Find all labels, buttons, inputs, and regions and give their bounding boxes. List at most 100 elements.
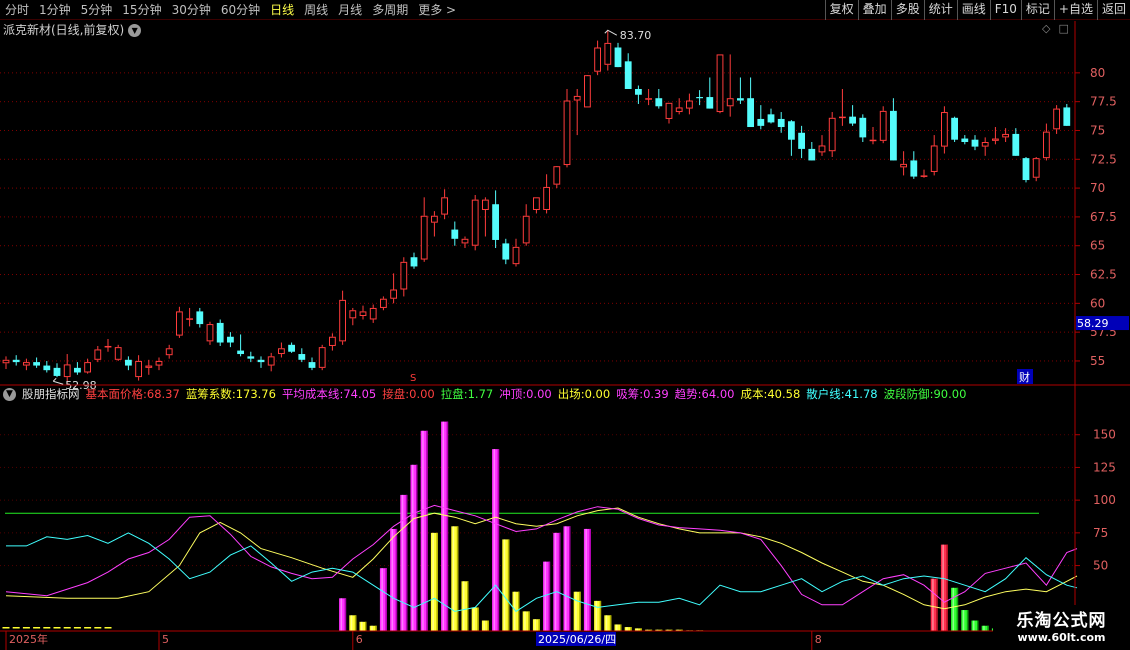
legend-item-0: 基本面价格:68.37	[85, 387, 180, 401]
candle	[900, 151, 908, 176]
chevron-down-icon[interactable]: ▼	[128, 23, 142, 37]
tab-3[interactable]: 15分钟	[117, 0, 166, 20]
toolbar-button-1[interactable]: 叠加	[857, 0, 891, 20]
candle	[84, 358, 91, 374]
price-tick-label: 60	[1090, 296, 1105, 310]
tab-7[interactable]: 周线	[299, 0, 333, 20]
toolbar-button-0[interactable]: 复权	[824, 0, 858, 20]
indicator-bar	[961, 610, 969, 631]
candle	[53, 363, 61, 378]
legend-label: 波段防御	[883, 387, 930, 401]
price-tick-label: 77.5	[1090, 95, 1117, 109]
indicator-bar	[481, 620, 489, 631]
price-tick-label: 55	[1090, 354, 1105, 368]
toolbar-button-2[interactable]: 多股	[890, 0, 924, 20]
candle	[563, 88, 571, 168]
toolbar-button-3[interactable]: 统计	[923, 0, 957, 20]
legend-value: 1.77	[467, 387, 494, 401]
legend-item-9: 成本:40.58	[740, 387, 801, 401]
legend-value: 41.78	[844, 387, 878, 401]
candle	[624, 53, 632, 89]
indicator-title-bar: ▼ 股朋指标网 基本面价格:68.37 蓝筹系数:173.76 平均成本线:74.0…	[3, 386, 966, 402]
toolbar-button-6[interactable]: 标记	[1020, 0, 1054, 20]
candle	[165, 344, 173, 359]
candle	[2, 356, 10, 370]
month-label: 2025年	[9, 632, 48, 646]
toolbar-button-8[interactable]: 返回	[1096, 0, 1130, 20]
toolbar-button-7[interactable]: +自选	[1053, 0, 1097, 20]
legend-item-8: 趋势:64.00	[674, 387, 735, 401]
indicator-tick-label: 125	[1093, 460, 1116, 474]
toolbar-button-4[interactable]: 画线	[956, 0, 990, 20]
legend-value: 90.00	[933, 387, 967, 401]
candle	[471, 195, 479, 251]
price-grid	[0, 72, 1073, 362]
indicator-bar	[553, 532, 561, 631]
candle	[533, 197, 540, 214]
candle	[706, 77, 714, 109]
tab-2[interactable]: 5分钟	[76, 0, 118, 20]
price-tick-label: 72.5	[1090, 152, 1117, 166]
indicator-bar	[400, 494, 408, 631]
toolbar-button-5[interactable]: F10	[989, 0, 1021, 20]
tab-1[interactable]: 1分钟	[34, 0, 76, 20]
tab-6[interactable]: 日线	[265, 0, 299, 20]
tab-4[interactable]: 30分钟	[167, 0, 216, 20]
diamond-icon[interactable]: ◇	[1042, 22, 1050, 35]
watermark-title: 乐淘公式网	[1016, 610, 1107, 631]
candle	[400, 257, 408, 297]
main-chart-title: 派克新材(日线,前复权) ▼	[3, 21, 142, 39]
price-tick-label: 70	[1090, 181, 1105, 195]
legend-label: 冲顶	[499, 387, 523, 401]
indicator-bar	[594, 600, 602, 631]
finance-marker[interactable]: 财	[1019, 370, 1030, 384]
candle	[1032, 156, 1040, 182]
indicator-bar	[981, 625, 989, 631]
candle	[1043, 123, 1050, 161]
square-icon[interactable]: □	[1058, 22, 1068, 35]
legend-label: 接盘	[382, 387, 406, 401]
indicator-line-magenta	[5, 504, 1078, 606]
legend-item-1: 蓝筹系数:173.76	[185, 387, 276, 401]
tab-0[interactable]: 分时	[0, 0, 34, 20]
indicator-bar	[543, 561, 551, 631]
indicator-bar	[532, 619, 540, 631]
candle	[441, 189, 449, 220]
candle	[930, 135, 938, 176]
candle	[522, 204, 530, 246]
legend-label: 散户线	[806, 387, 841, 401]
candle	[339, 290, 347, 345]
legend-item-6: 出场:0.00	[557, 387, 611, 401]
candle	[645, 88, 653, 106]
high-price-annotation: 83.70	[620, 29, 652, 42]
legend-label: 蓝筹系数	[185, 387, 232, 401]
tab-10[interactable]: 更多 >	[413, 0, 461, 20]
indicator-bar	[390, 528, 398, 631]
candle	[74, 362, 81, 375]
indicator-name[interactable]: 股朋指标网	[22, 386, 80, 402]
candle	[890, 98, 897, 161]
stock-title[interactable]: 派克新材(日线,前复权)	[3, 21, 124, 39]
legend-label: 平均成本线	[281, 387, 340, 401]
period-tabs: 分时 1分钟 5分钟 15分钟 30分钟 60分钟 日线 周线 月线 多周期 更多 >	[0, 0, 461, 20]
indicator-bar	[339, 598, 347, 631]
indicator-bar	[951, 587, 959, 631]
candle	[910, 151, 918, 179]
chevron-down-icon[interactable]: ▼	[3, 388, 16, 401]
candle	[655, 88, 663, 109]
candle	[941, 106, 948, 154]
candle	[788, 120, 795, 156]
indicator-bar	[451, 526, 459, 631]
indicator-tick-label: 100	[1093, 493, 1116, 507]
tab-9[interactable]: 多周期	[367, 0, 413, 20]
legend-value: 64.00	[701, 387, 735, 401]
indicator-bar	[471, 607, 479, 631]
tab-8[interactable]: 月线	[333, 0, 367, 20]
price-tick-label: 65	[1090, 239, 1105, 253]
legend-value: 0.00	[526, 387, 552, 401]
candle	[155, 357, 163, 371]
tab-5[interactable]: 60分钟	[216, 0, 265, 20]
candle	[920, 169, 928, 178]
candle	[227, 332, 234, 348]
candle	[543, 174, 551, 214]
